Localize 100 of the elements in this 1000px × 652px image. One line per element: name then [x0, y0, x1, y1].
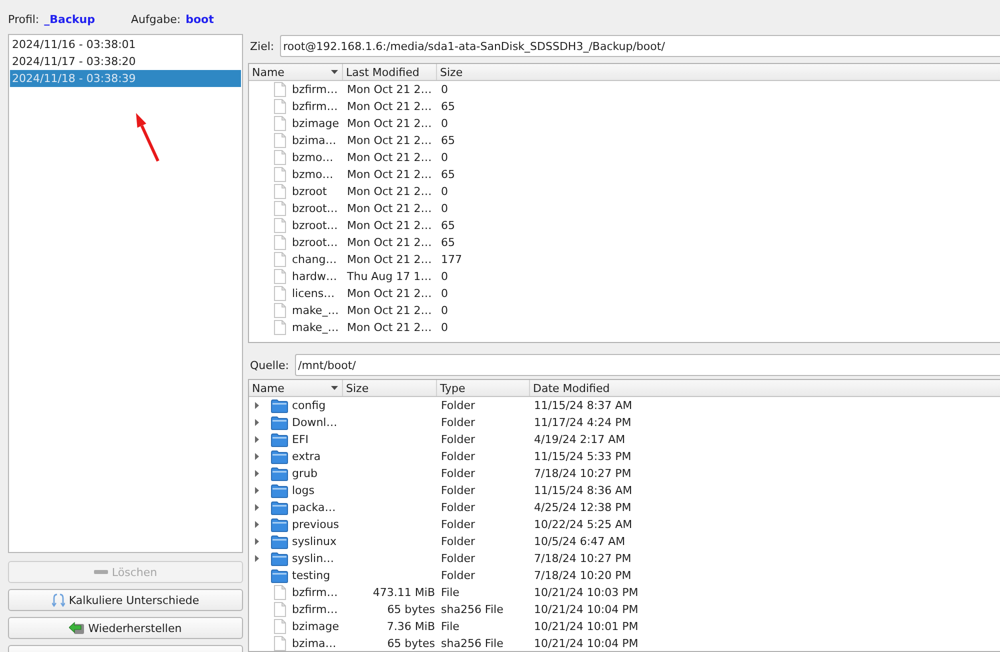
- file-name: config: [292, 400, 326, 412]
- file-icon: [274, 99, 286, 114]
- modified-date: 10/5/24 6:47 AM: [533, 536, 626, 548]
- expander-icon[interactable]: [255, 555, 259, 562]
- expander-icon[interactable]: [255, 402, 259, 409]
- folder-icon: [271, 398, 288, 412]
- source-path-field[interactable]: /mnt/boot/: [294, 354, 1000, 376]
- file-type: Folder: [440, 518, 476, 530]
- file-icon: [274, 201, 286, 216]
- file-name: bzroot…: [292, 236, 338, 248]
- file-name: bzmo…: [292, 152, 334, 164]
- column-header[interactable]: Name: [249, 64, 343, 80]
- file-name: bzfirm…: [292, 84, 338, 96]
- file-icon: [274, 252, 286, 267]
- expander-icon[interactable]: [255, 487, 259, 494]
- column-header[interactable]: Last Modified: [343, 64, 437, 80]
- folder-icon: [271, 432, 288, 446]
- file-icon: [274, 320, 286, 335]
- column-title: Name: [252, 66, 284, 78]
- file-size: 65: [440, 100, 456, 112]
- file-icon: [274, 619, 286, 634]
- expander-icon[interactable]: [255, 538, 259, 545]
- expander-icon[interactable]: [255, 521, 259, 528]
- modified-date: 11/15/24 8:37 AM: [533, 400, 634, 412]
- modified-date: 11/15/24 8:36 AM: [533, 484, 634, 496]
- file-size: 0: [440, 270, 449, 282]
- column-header[interactable]: Date Modified: [530, 380, 1000, 396]
- file-icon: [274, 602, 286, 617]
- snapshot-item[interactable]: 2024/11/17 - 03:38:20: [10, 53, 241, 70]
- expander-icon[interactable]: [255, 436, 259, 443]
- file-size: 0: [440, 304, 449, 316]
- expander-icon[interactable]: [255, 419, 259, 426]
- folder-icon: [271, 450, 288, 464]
- file-type: sha256 File: [440, 604, 504, 616]
- file-type: sha256 File: [440, 638, 504, 650]
- file-size: 65: [440, 168, 456, 180]
- file-type: Folder: [440, 450, 476, 462]
- modified-date: Mon Oct 21 2…: [346, 134, 433, 146]
- modified-date: Mon Oct 21 2…: [346, 84, 433, 96]
- file-name: grub: [292, 468, 318, 480]
- file-icon: [274, 184, 286, 199]
- folder-icon: [271, 568, 288, 582]
- file-name: make_…: [292, 304, 339, 316]
- file-type: Folder: [440, 468, 476, 480]
- folder-icon: [271, 500, 288, 514]
- arrow-left-icon: [69, 621, 84, 635]
- file-name: testing: [292, 570, 330, 582]
- task-name: boot: [186, 12, 214, 26]
- folder-icon: [271, 534, 288, 548]
- file-name: chang…: [292, 254, 337, 266]
- column-title: Size: [440, 66, 463, 78]
- file-size: 65: [440, 236, 456, 248]
- profile-label: Profil:: [8, 12, 40, 26]
- minus-icon: [94, 570, 108, 574]
- file-name: syslinux: [292, 536, 337, 548]
- action-button[interactable]: Kalkuliere Unterschiede: [8, 589, 243, 611]
- folder-icon: [271, 552, 288, 566]
- modified-date: Mon Oct 21 2…: [346, 236, 433, 248]
- file-icon: [274, 116, 286, 131]
- column-header[interactable]: Size: [343, 380, 437, 396]
- modified-date: Mon Oct 21 2…: [346, 186, 433, 198]
- file-icon: [274, 286, 286, 301]
- file-type: Folder: [440, 536, 476, 548]
- column-header[interactable]: Size: [437, 64, 1000, 80]
- modified-date: 7/18/24 10:20 PM: [533, 570, 632, 582]
- file-icon: [274, 218, 286, 233]
- file-size: 0: [440, 118, 449, 130]
- folder-icon: [271, 466, 288, 480]
- file-size: 7.36 MiB: [386, 620, 436, 632]
- expander-icon[interactable]: [255, 453, 259, 460]
- file-name: Downl…: [292, 416, 338, 428]
- expander-icon[interactable]: [255, 470, 259, 477]
- file-icon: [274, 303, 286, 318]
- column-header[interactable]: Name: [249, 380, 343, 396]
- modified-date: Mon Oct 21 2…: [346, 100, 433, 112]
- file-type: Folder: [440, 416, 476, 428]
- column-header[interactable]: Type: [437, 380, 530, 396]
- expander-icon[interactable]: [255, 504, 259, 511]
- target-path-field[interactable]: root@192.168.1.6:/media/sda1-ata-SanDisk_SDSSDH3_/Backup/boot/: [280, 35, 1000, 57]
- file-name: bzfirm…: [292, 604, 338, 616]
- modified-date: 11/15/24 5:33 PM: [533, 450, 632, 462]
- file-type: Folder: [440, 502, 476, 514]
- column-title: Name: [252, 382, 284, 394]
- modified-date: 10/22/24 5:25 AM: [533, 518, 634, 530]
- column-title: Type: [440, 382, 466, 394]
- modified-date: Mon Oct 21 2…: [346, 152, 433, 164]
- modified-date: Mon Oct 21 2…: [346, 220, 433, 232]
- modified-date: Mon Oct 21 2…: [346, 118, 433, 130]
- snapshot-item[interactable]: 2024/11/16 - 03:38:01: [10, 36, 241, 53]
- file-name: make_…: [292, 322, 339, 334]
- file-size: 0: [440, 152, 449, 164]
- modified-date: 11/17/24 4:24 PM: [533, 416, 632, 428]
- file-size: 473.11 MiB: [372, 586, 436, 598]
- modified-date: Mon Oct 21 2…: [346, 254, 433, 266]
- action-button[interactable]: Wiederherstellen: [8, 617, 243, 639]
- modified-date: Mon Oct 21 2…: [346, 322, 433, 334]
- file-icon: [274, 269, 286, 284]
- modified-date: Thu Aug 17 1…: [346, 270, 433, 282]
- file-type: Folder: [440, 434, 476, 446]
- folder-icon: [271, 518, 288, 532]
